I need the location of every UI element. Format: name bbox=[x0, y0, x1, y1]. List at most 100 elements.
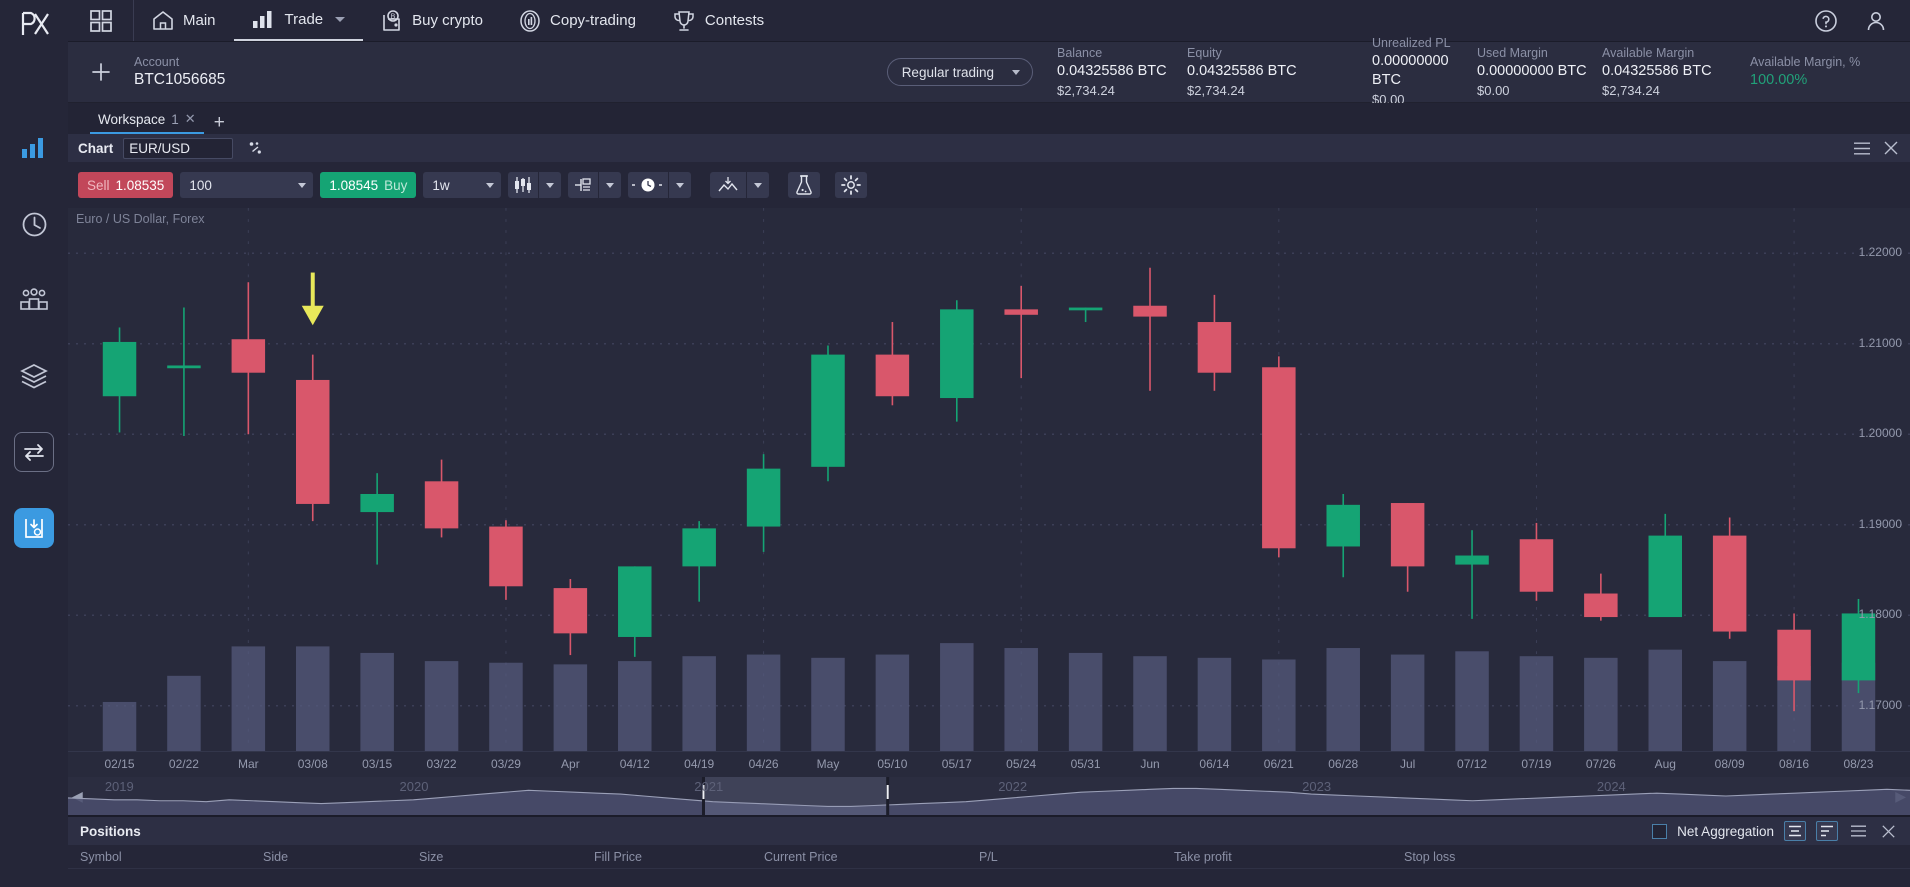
time-tick-label: 04/19 bbox=[684, 757, 715, 771]
symbol-input[interactable] bbox=[123, 137, 234, 159]
sidebar-item-deposit[interactable] bbox=[14, 508, 54, 548]
trading-mode-value: Regular trading bbox=[901, 64, 994, 80]
apps-grid-icon[interactable] bbox=[68, 0, 134, 41]
chevron-down-icon bbox=[676, 182, 685, 188]
chart-navigator[interactable]: ◀ ▶ 201920202021202220232024 bbox=[68, 777, 1910, 815]
display-mode-dropdown[interactable] bbox=[599, 172, 622, 198]
transfer-arrows-icon bbox=[22, 443, 46, 461]
buy-label: Buy bbox=[384, 177, 408, 193]
chart-toolbar: Sell 1.08535 100 1.08545 Buy 1w bbox=[68, 162, 1910, 208]
chevron-down-icon bbox=[754, 182, 763, 188]
positions-column-headers: Symbol Side Size Fill Price Current Price P/L… bbox=[68, 845, 1910, 869]
price-tick-label: 1.21000 bbox=[1858, 335, 1902, 350]
metric-value: 0.04325586 BTC bbox=[1602, 62, 1712, 79]
chevron-down-icon bbox=[486, 182, 495, 188]
time-tick-label: 05/31 bbox=[1070, 757, 1101, 771]
indicator-dropdown[interactable] bbox=[747, 172, 770, 198]
add-workspace-button[interactable]: + bbox=[214, 113, 225, 132]
candlestick-icon[interactable] bbox=[508, 172, 539, 198]
quantity-select[interactable]: 100 bbox=[180, 172, 314, 198]
positions-column-header[interactable]: P/L bbox=[979, 850, 1174, 864]
hamburger-icon[interactable] bbox=[1854, 142, 1870, 155]
chart-style-icon[interactable] bbox=[568, 172, 599, 198]
timeframe-value: 1w bbox=[432, 177, 450, 193]
nav-item-contests[interactable]: Contests bbox=[654, 0, 782, 41]
time-tick-label: 04/26 bbox=[748, 757, 779, 771]
bar-chart-icon bbox=[252, 10, 276, 30]
chart-canvas-area[interactable]: Euro / US Dollar, Forex 1.22000 1.21000 1.… bbox=[68, 208, 1910, 751]
navigator-chart[interactable] bbox=[68, 777, 1910, 815]
time-group bbox=[628, 172, 692, 198]
nav-item-copy-trading[interactable]: Copy-trading bbox=[501, 0, 654, 41]
time-dropdown[interactable] bbox=[669, 172, 692, 198]
add-account-button[interactable] bbox=[68, 62, 134, 82]
time-tick-label: Mar bbox=[237, 757, 259, 771]
time-tick-label: 05/17 bbox=[941, 757, 972, 771]
positions-column-header[interactable]: Fill Price bbox=[594, 850, 764, 864]
hamburger-icon[interactable] bbox=[1848, 821, 1868, 841]
positions-column-header[interactable]: Current Price bbox=[764, 850, 979, 864]
nav-item-buy-crypto[interactable]: B Buy crypto bbox=[363, 0, 501, 41]
copy-trading-icon bbox=[519, 9, 541, 32]
time-tick-label: 03/29 bbox=[490, 757, 521, 771]
metric-value: 100.00% bbox=[1750, 71, 1808, 88]
positions-column-header[interactable]: Side bbox=[263, 850, 419, 864]
deposit-icon bbox=[23, 517, 45, 539]
sidebar-item-history[interactable] bbox=[14, 204, 54, 244]
sell-button[interactable]: Sell 1.08535 bbox=[78, 172, 174, 198]
close-icon[interactable] bbox=[1878, 821, 1898, 841]
clock-dash-icon[interactable] bbox=[628, 172, 669, 198]
price-tick-label: 1.18000 bbox=[1858, 607, 1902, 622]
nav-label: Copy-trading bbox=[550, 12, 636, 29]
navigator-year-label: 2021 bbox=[694, 779, 724, 794]
nav-item-main[interactable]: Main bbox=[134, 0, 234, 41]
crypto-wallet-icon: B bbox=[381, 9, 403, 32]
candlestick-chart[interactable] bbox=[68, 208, 1910, 751]
price-tick-label: 1.20000 bbox=[1858, 426, 1902, 441]
nav-right-actions bbox=[1814, 0, 1910, 41]
time-tick-label: Jun bbox=[1140, 757, 1160, 771]
positions-column-header[interactable]: Stop loss bbox=[1404, 850, 1604, 864]
account-id: BTC1056685 bbox=[134, 71, 226, 88]
account-info[interactable]: Account BTC1056685 bbox=[134, 55, 284, 89]
account-bar: Account BTC1056685 Regular trading Balan… bbox=[68, 36, 1910, 107]
flask-icon[interactable] bbox=[788, 172, 821, 198]
nav-label: Contests bbox=[704, 12, 765, 29]
sidebar-item-layers[interactable] bbox=[14, 356, 54, 396]
indicator-icon[interactable] bbox=[710, 172, 747, 198]
symbol-link-icon[interactable] bbox=[243, 138, 267, 159]
trading-mode-select[interactable]: Regular trading bbox=[886, 58, 1033, 86]
time-tick-label: 08/16 bbox=[1779, 757, 1810, 771]
chart-panel-title: Chart bbox=[78, 140, 114, 156]
positions-column-header[interactable]: Size bbox=[419, 850, 594, 864]
chart-panel-header: Chart bbox=[68, 134, 1910, 162]
nav-item-trade[interactable]: Trade bbox=[233, 0, 364, 41]
sort-rows-icon[interactable] bbox=[1816, 821, 1838, 841]
positions-column-header[interactable]: Symbol bbox=[68, 850, 263, 864]
display-mode-group bbox=[568, 172, 622, 198]
sidebar-item-community[interactable] bbox=[14, 280, 54, 320]
chart-type-dropdown[interactable] bbox=[539, 172, 562, 198]
metric-value: 0.00000000 BTC bbox=[1477, 62, 1587, 79]
workspace-tab-1[interactable]: Workspace 1 ✕ bbox=[90, 111, 204, 134]
time-tick-label: 07/12 bbox=[1457, 757, 1488, 771]
net-aggregation-checkbox[interactable] bbox=[1652, 823, 1668, 839]
metric-available-margin-pct: Available Margin, % 100.00% bbox=[1750, 55, 1910, 90]
user-icon[interactable] bbox=[1864, 9, 1888, 33]
timeframe-select[interactable]: 1w bbox=[423, 172, 502, 198]
buy-button[interactable]: 1.08545 Buy bbox=[320, 172, 417, 198]
close-icon[interactable]: ✕ bbox=[185, 111, 196, 127]
bar-chart-icon bbox=[21, 137, 47, 159]
chevron-down-icon bbox=[335, 17, 346, 22]
metric-label: Used Margin bbox=[1477, 45, 1548, 60]
close-icon[interactable] bbox=[1884, 141, 1898, 155]
sidebar-item-charts[interactable] bbox=[14, 128, 54, 168]
positions-column-header[interactable]: Take profit bbox=[1174, 850, 1404, 864]
sidebar-item-transfer[interactable] bbox=[14, 432, 54, 472]
px-logo[interactable] bbox=[0, 0, 68, 48]
help-circle-icon[interactable] bbox=[1814, 9, 1838, 33]
time-tick-label: Aug bbox=[1654, 757, 1676, 771]
gear-icon[interactable] bbox=[835, 172, 868, 198]
group-rows-icon[interactable] bbox=[1784, 821, 1806, 841]
navigator-year-label: 2023 bbox=[1302, 779, 1332, 794]
